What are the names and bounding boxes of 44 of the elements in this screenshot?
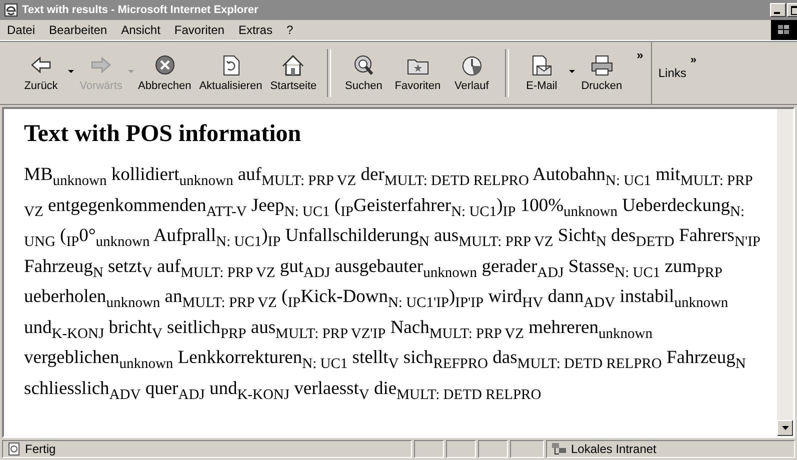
page-icon: [7, 442, 21, 456]
minimize-button[interactable]: [770, 3, 786, 17]
status-text: Fertig: [2, 440, 412, 458]
toolbar-button[interactable]: E-Mail: [514, 52, 569, 94]
menu-item[interactable]: Ansicht: [114, 22, 168, 38]
zone-status: Lokales Intranet: [546, 440, 795, 458]
home-icon: [281, 54, 306, 76]
toolbar-button[interactable]: Aktualisieren: [195, 52, 266, 94]
page-heading: Text with POS information: [24, 121, 302, 148]
menu-item[interactable]: Datei: [0, 22, 42, 38]
forward-arrow-icon: [89, 54, 113, 76]
links-button[interactable]: Links: [658, 66, 686, 80]
browser-icon: [4, 3, 18, 17]
status-pane: [414, 440, 444, 458]
menu-item[interactable]: Favoriten: [167, 22, 232, 38]
network-icon: [551, 442, 567, 456]
toolbar-button[interactable]: Drucken: [574, 52, 629, 94]
status-pane: [510, 440, 544, 458]
printer-icon: [590, 54, 614, 76]
scrollbar[interactable]: [777, 109, 793, 436]
mail-icon: [530, 54, 554, 76]
window-title: Text with results - Microsoft Internet Explorer: [22, 4, 260, 16]
back-arrow-icon: [29, 54, 53, 76]
menu-item[interactable]: Bearbeiten: [42, 22, 114, 38]
stop-icon: [152, 54, 177, 76]
scroll-down-icon[interactable]: [782, 426, 788, 430]
more-button[interactable]: »: [636, 48, 644, 62]
toolbar-button[interactable]: Startseite: [266, 52, 321, 94]
toolbar-button[interactable]: Favoriten: [390, 52, 445, 94]
tagged-text: MB$_{unknown}$ kollidiert$_{unknown}$ auf$_{MULT: PRP VZ}$ der$_{MULT: DETD RELPRO}$ Autobahn$_{N: UC1}$ mit$_{MULT: PRP}$ $_{VZ}$ entgegenkommenden$_{ATT-V}$ Jeep$_{N: UC1}$ ($_{IP}$Geisterfahrer$_{N: UC1}$)$_{IP}$ 100%$_{unknown}$ Ueberdeckung$_{N:}$ $_{UNG}$ ($_{IP}$0°$_{unknown}$ Aufprall$_{N: UC1}$)$_{IP}$ Unfallschilderung$_{N}$ aus$_{MULT: PRP VZ}$ Sicht$_{N}$ des$_{DETD}$ Fahrers$_{N'IP}$ Fahrzeug$_{N}$ setzt$_{V}$ auf$_{MULT: PRP VZ}$ gut$_{ADJ}$ ausgebauter$_{unknown}$ gerader$_{ADJ}$ Stasse$_{N: UC1}$ zum$_{PRP}$ ueberholen$_{unknown}$ an$_{MULT: PRP VZ}$ ($_{IP}$Kick-Down$_{N: UC1'IP}$)$_{IP'IP}$ wird$_{HV}$ dann$_{ADV}$ instabil$_{unknown}$ und$_{K-KONJ}$ bricht$_{V}$ seitlich$_{PRP}$ aus$_{MULT: PRP VZ'IP}$ Nach$_{MULT: PRP VZ}$ mehreren$_{unknown}$ vergeblichen$_{unknown}$ Lenkkorrekturen$_{N: UC1}$ stellt$_{V}$ sich$_{REFPRO}$ das$_{MULT: DETD RELPRO}$ Fahrzeug$_{N}$ schliesslich$_{ADV}$ quer$_{ADJ}$ und$_{K-KONJ}$ verlaesst$_{V}$ die$_{MULT: DETD RELPRO}$: [24, 164, 762, 404]
status-pane: [478, 440, 508, 458]
toolbar-button[interactable]: Abbrechen: [134, 52, 196, 94]
history-icon: [460, 54, 484, 76]
caret-icon[interactable]: [568, 70, 575, 74]
menu-item[interactable]: ?: [279, 22, 300, 38]
toolbar-button[interactable]: Suchen: [336, 52, 391, 94]
toolbar-button[interactable]: Zurück: [14, 52, 68, 94]
more-button[interactable]: »: [690, 46, 696, 66]
caret-icon[interactable]: [68, 70, 74, 74]
search-icon: [352, 54, 376, 76]
menu-item[interactable]: Extras: [231, 22, 280, 38]
toolbar-button[interactable]: Verlauf: [444, 52, 499, 94]
maximize-icon: [790, 6, 797, 14]
status-pane: [446, 440, 476, 458]
